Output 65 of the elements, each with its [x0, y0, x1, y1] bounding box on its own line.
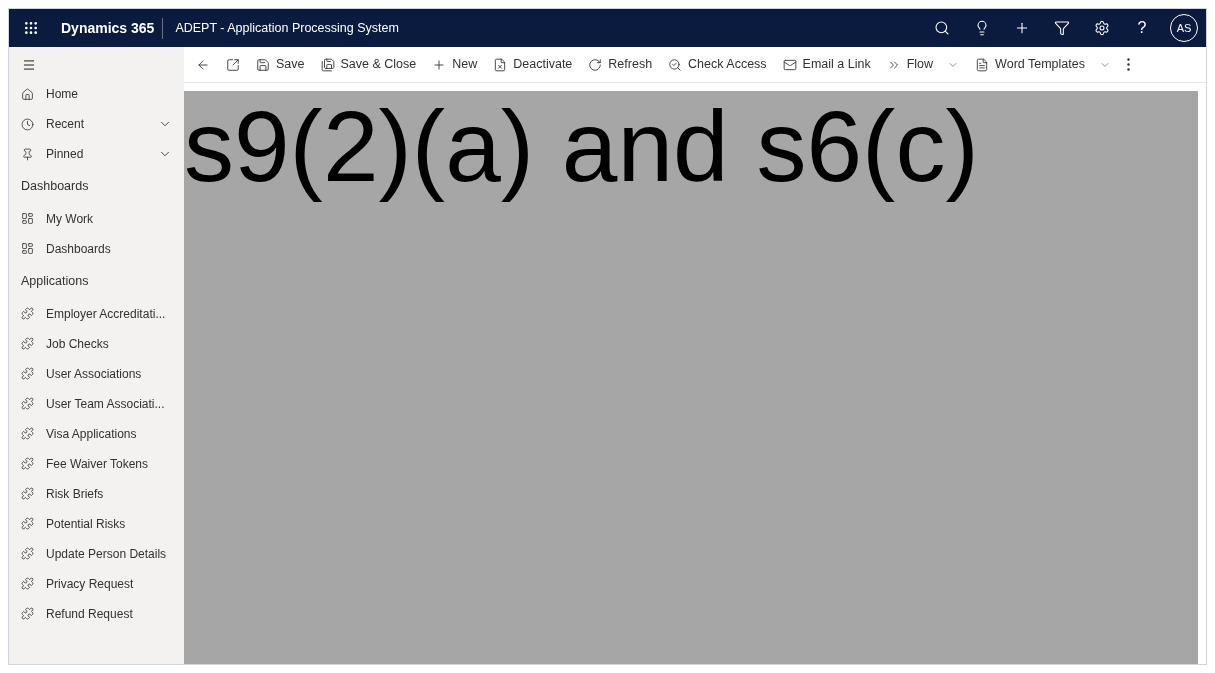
settings-icon: [1094, 20, 1110, 36]
nav-item[interactable]: Potential Risks: [9, 508, 184, 539]
redaction-text: s9(2)(a) and s6(c): [184, 91, 979, 201]
pin-icon: [21, 147, 34, 161]
app-name: Dynamics 365: [53, 17, 164, 39]
puzzle-icon: [21, 367, 34, 380]
nav-item[interactable]: Visa Applications: [9, 418, 184, 449]
nav-item[interactable]: Recent: [9, 109, 184, 139]
plus-icon: [432, 57, 447, 72]
help-button[interactable]: ?: [1122, 9, 1162, 47]
clock-icon: [21, 117, 34, 131]
nav-item[interactable]: User Team Associati...: [9, 388, 184, 419]
puzzle-icon: [21, 517, 34, 530]
command-button[interactable]: New: [424, 48, 486, 81]
nav-item[interactable]: Employer Accreditati...: [9, 298, 184, 329]
puzzle-icon: [21, 457, 34, 470]
app-title: ADEPT - Application Processing System: [174, 19, 400, 37]
nav-item[interactable]: My Work: [9, 203, 184, 234]
nav-item[interactable]: Privacy Request: [9, 568, 184, 599]
dashboard-icon: [21, 242, 34, 256]
save-icon: [256, 57, 270, 72]
puzzle-icon: [21, 307, 34, 320]
popout-icon: [226, 57, 240, 72]
puzzle-icon: [21, 577, 34, 590]
waffle-icon: [23, 20, 39, 36]
nav-item[interactable]: Fee Waiver Tokens: [9, 448, 184, 479]
puzzle-icon: [21, 607, 34, 620]
search-icon: [934, 20, 950, 36]
command-button[interactable]: Save & Close: [312, 48, 425, 81]
section-heading: Dashboards: [20, 178, 90, 195]
section-heading: Applications: [20, 272, 90, 290]
nav-item[interactable]: Job Checks: [9, 328, 184, 359]
back-icon: [196, 57, 210, 72]
refresh-icon: [588, 57, 603, 72]
save-icon: [320, 57, 335, 72]
filter-icon: [1054, 20, 1070, 36]
puzzle-icon: [21, 487, 34, 500]
puzzle-icon: [21, 397, 34, 410]
command-button[interactable]: Check Access: [660, 48, 775, 81]
mail-icon: [782, 57, 797, 72]
nav-item[interactable]: Risk Briefs: [9, 478, 184, 509]
nav-item[interactable]: Home: [9, 79, 184, 109]
search-icon: [668, 57, 683, 72]
puzzle-icon: [21, 547, 34, 560]
puzzle-icon: [21, 427, 34, 440]
dashboard-icon: [21, 212, 34, 226]
nav-item[interactable]: Pinned: [9, 139, 184, 169]
document-icon: [975, 57, 990, 72]
command-button[interactable]: Word Templates: [967, 48, 1119, 81]
command-button[interactable]: Flow: [878, 48, 968, 81]
more-icon: [1126, 58, 1130, 71]
command-button[interactable]: Email a Link: [774, 48, 879, 81]
home-icon: [21, 87, 34, 101]
plus-icon: [1014, 20, 1030, 36]
nav-item[interactable]: Dashboards: [9, 233, 184, 264]
nav-item[interactable]: Update Person Details: [9, 538, 184, 569]
nav-item[interactable]: Refund Request: [9, 598, 184, 629]
puzzle-icon: [21, 337, 34, 350]
command-button[interactable]: Refresh: [580, 48, 661, 81]
lightbulb-icon: [974, 20, 990, 36]
nav-item[interactable]: User Associations: [9, 358, 184, 389]
menu-icon: [22, 58, 36, 72]
document-icon: [493, 57, 508, 72]
command-button[interactable]: Save: [248, 48, 313, 81]
command-button[interactable]: Deactivate: [485, 48, 581, 81]
